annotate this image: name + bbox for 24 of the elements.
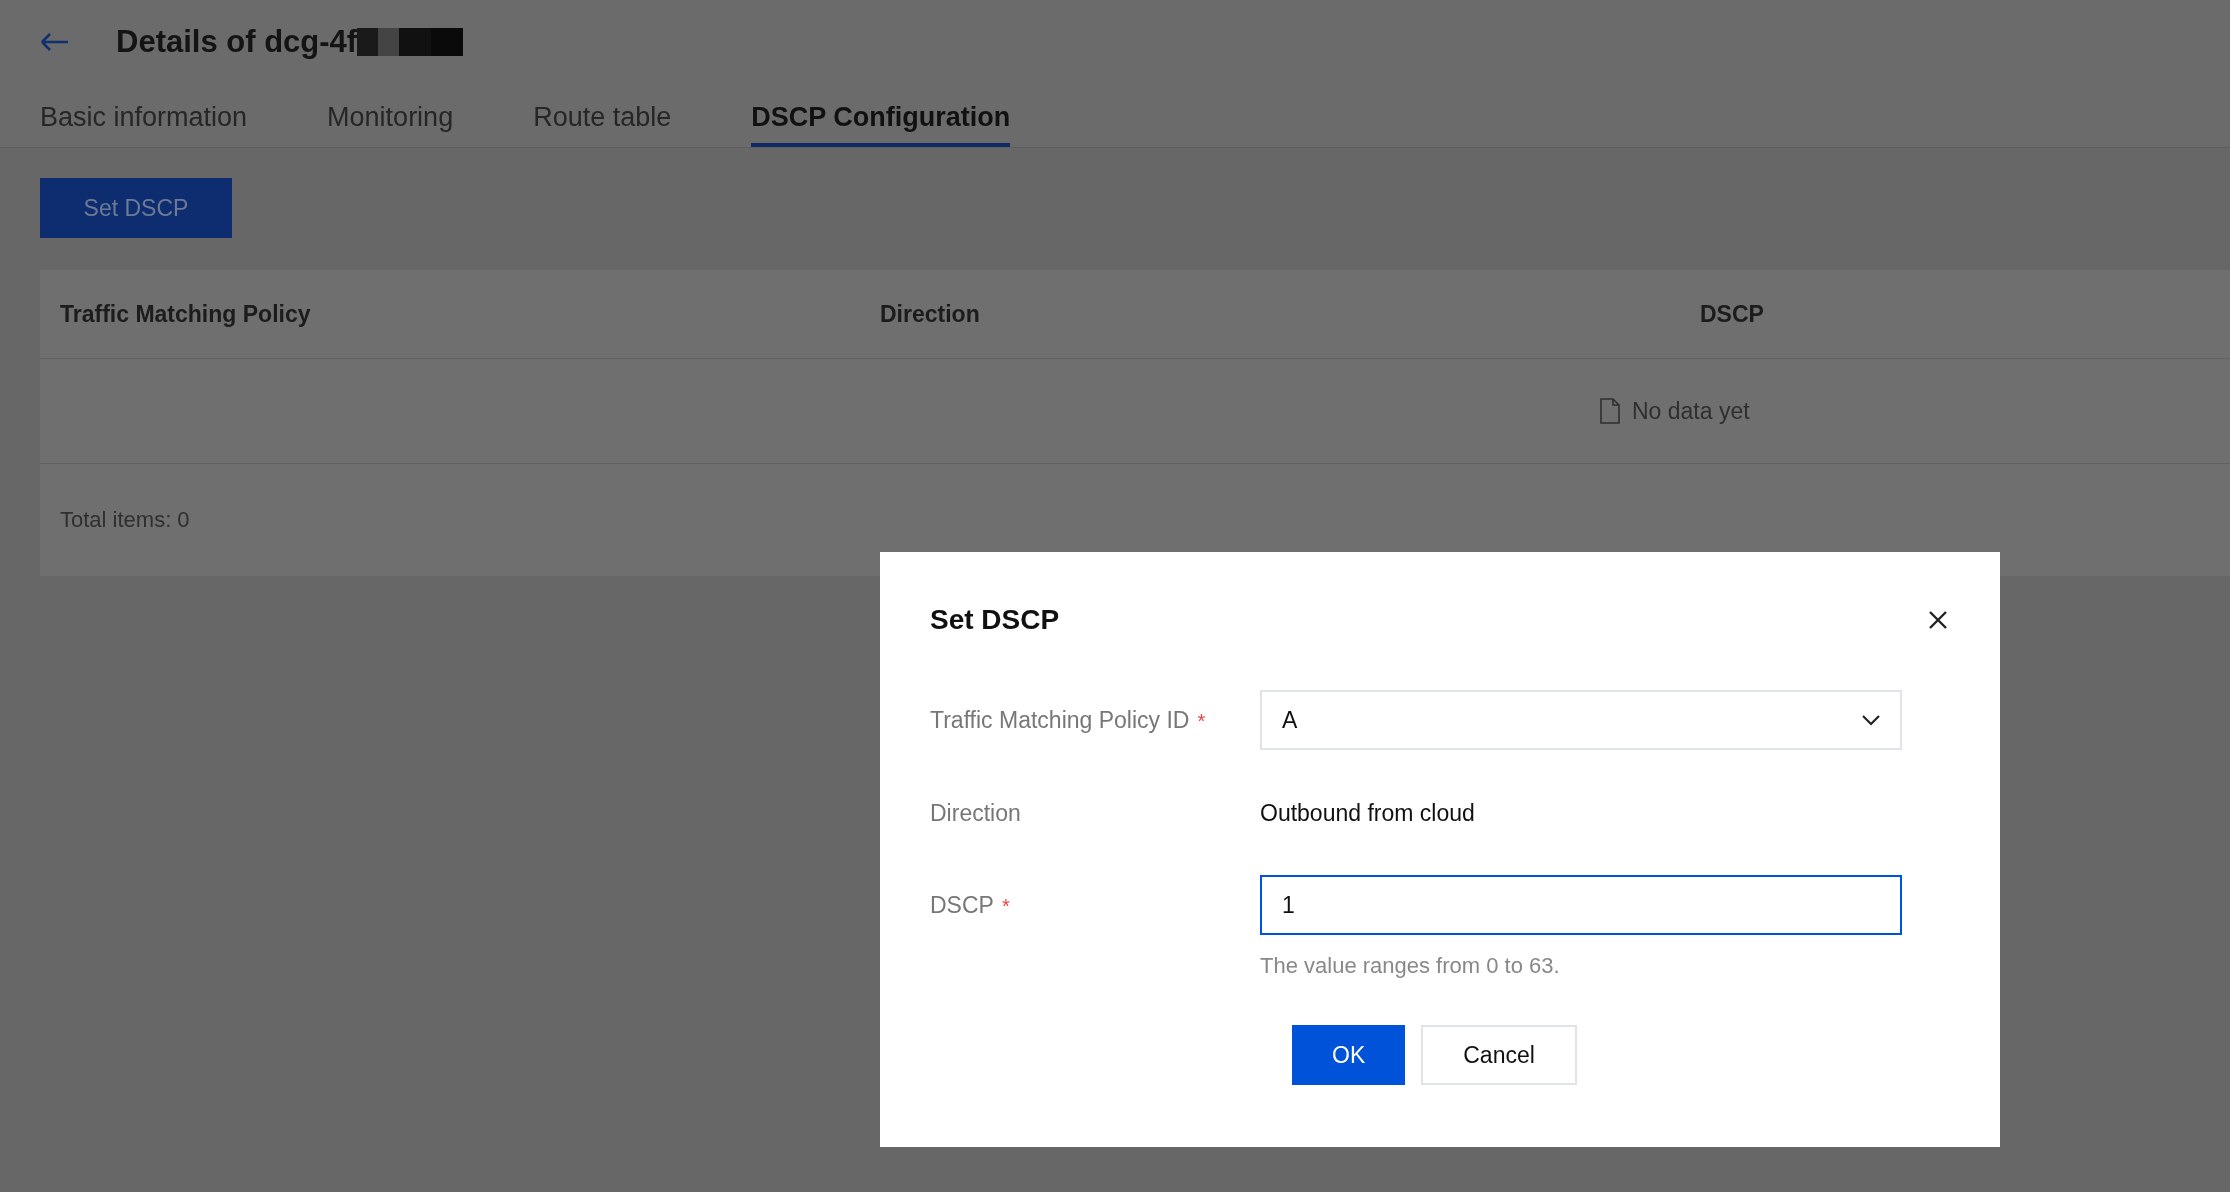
column-header: Direction bbox=[879, 300, 981, 328]
set-dscp-button[interactable]: Set DSCP bbox=[40, 178, 232, 238]
tab[interactable]: DSCP Configuration bbox=[751, 84, 1011, 147]
chevron-down-icon bbox=[1862, 714, 1880, 726]
field-label: Traffic Matching Policy ID * bbox=[930, 706, 1207, 735]
field-value: Outbound from cloud bbox=[1260, 799, 1476, 828]
help-text: The value ranges from 0 to 63. bbox=[1260, 953, 1561, 979]
column-header: Traffic Matching Policy bbox=[59, 300, 312, 328]
empty-message: No data yet bbox=[1632, 397, 1750, 425]
input-field[interactable]: 1 bbox=[1260, 875, 1902, 935]
dialog-title: Set DSCP bbox=[930, 604, 1060, 636]
field-label: Direction bbox=[930, 799, 1022, 828]
field-label: DSCP * bbox=[930, 891, 1011, 920]
tab[interactable]: Route table bbox=[533, 84, 672, 147]
cancel-button[interactable]: Cancel bbox=[1421, 1025, 1577, 1085]
document-icon bbox=[1600, 398, 1620, 424]
ok-button[interactable]: OK bbox=[1292, 1025, 1406, 1085]
total-count: Total items: 0 bbox=[60, 507, 190, 533]
page-title: Details of dcg-4f bbox=[116, 24, 464, 60]
column-header: DSCP bbox=[1699, 300, 1765, 328]
select-field[interactable]: A bbox=[1260, 690, 1902, 750]
tab[interactable]: Monitoring bbox=[327, 84, 454, 147]
back-arrow-icon[interactable] bbox=[40, 32, 70, 52]
tab[interactable]: Basic information bbox=[40, 84, 248, 147]
